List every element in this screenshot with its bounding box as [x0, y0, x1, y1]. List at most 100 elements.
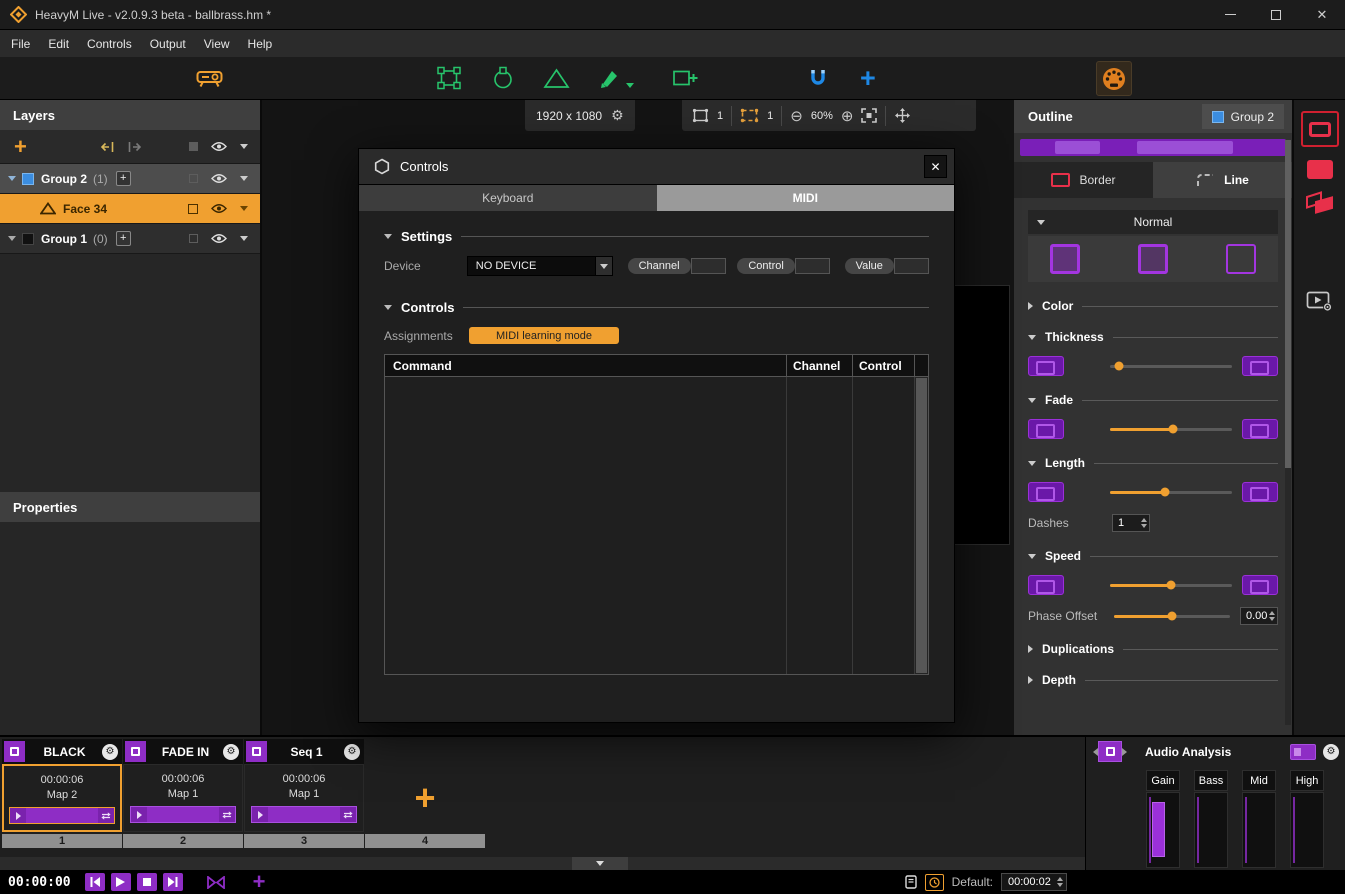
- meter-fader[interactable]: [1146, 792, 1180, 868]
- line-style-dropdown[interactable]: Normal: [1028, 210, 1278, 234]
- layer-row-face-34[interactable]: Face 34: [0, 194, 260, 224]
- spinner-arrows[interactable]: [1054, 877, 1066, 887]
- spinner-down-icon[interactable]: [1141, 524, 1147, 528]
- thickness-link-button[interactable]: [1242, 356, 1278, 376]
- paint-dropdown-arrow-icon[interactable]: [626, 83, 634, 88]
- clip-settings-icon[interactable]: [905, 875, 917, 889]
- play-button[interactable]: [111, 873, 131, 891]
- sequence-clip-icon[interactable]: [125, 741, 146, 762]
- audio-clip-icon[interactable]: [1098, 741, 1122, 762]
- speed-link-button[interactable]: [1242, 575, 1278, 595]
- style-preview-shape[interactable]: [1226, 244, 1256, 274]
- meter-fader[interactable]: [1242, 792, 1276, 868]
- fade-slider[interactable]: [1110, 428, 1232, 431]
- thickness-map-button[interactable]: [1028, 356, 1064, 376]
- prev-bank-icon[interactable]: [1089, 748, 1098, 756]
- settings-section-header[interactable]: Settings: [384, 229, 929, 244]
- visibility-eye-icon[interactable]: [211, 173, 227, 184]
- channel-input[interactable]: [691, 258, 726, 274]
- slider-thumb[interactable]: [1168, 612, 1177, 621]
- fill-effect-button[interactable]: [1307, 160, 1333, 179]
- loop-icon[interactable]: [340, 807, 356, 822]
- skip-end-button[interactable]: [163, 873, 183, 891]
- layer-row-group-2[interactable]: Group 2 (1) +: [0, 164, 260, 194]
- section-duplications-header[interactable]: Duplications: [1028, 642, 1278, 656]
- solo-all-icon[interactable]: [189, 142, 198, 151]
- add-transition-button[interactable]: +: [253, 874, 266, 890]
- phase-offset-slider[interactable]: [1114, 615, 1230, 618]
- sequence-body[interactable]: 00:00:06 Map 1: [244, 764, 364, 832]
- row-chevron-icon[interactable]: [240, 206, 248, 211]
- menu-help[interactable]: Help: [239, 30, 282, 57]
- menu-file[interactable]: File: [2, 30, 39, 57]
- sequence-header[interactable]: BLACK ⚙: [2, 739, 122, 764]
- sequence-clip-icon[interactable]: [4, 741, 25, 762]
- resolution-settings-gear-icon[interactable]: ⚙: [611, 107, 624, 124]
- fade-map-button[interactable]: [1028, 419, 1064, 439]
- group-color-swatch[interactable]: [22, 173, 34, 185]
- move-layer-down-icon[interactable]: [99, 140, 116, 154]
- minimize-button[interactable]: [1207, 0, 1253, 29]
- fade-link-button[interactable]: [1242, 419, 1278, 439]
- spinner-down-icon[interactable]: [1057, 883, 1063, 887]
- pan-view-icon[interactable]: [894, 107, 911, 124]
- mask-effect-button[interactable]: [1305, 190, 1335, 216]
- add-face-to-group-button[interactable]: +: [116, 171, 131, 186]
- device-dropdown[interactable]: NO DEVICE: [467, 256, 613, 276]
- visibility-eye-icon[interactable]: [211, 203, 227, 214]
- menu-output[interactable]: Output: [141, 30, 195, 57]
- value-input[interactable]: [894, 258, 929, 274]
- slider-thumb[interactable]: [1160, 488, 1169, 497]
- tab-midi[interactable]: MIDI: [657, 185, 955, 211]
- length-slider[interactable]: [1110, 491, 1232, 494]
- controls-dialog-header[interactable]: Controls ✕: [359, 149, 954, 185]
- layer-row-group-1[interactable]: Group 1 (0) +: [0, 224, 260, 254]
- style-preview-shape[interactable]: [1138, 244, 1168, 274]
- canvas-area[interactable]: 1920 x 1080 ⚙ 1 1 ⊖ 60% ⊕: [262, 100, 1014, 735]
- outline-effect-button-active[interactable]: [1301, 111, 1339, 147]
- tab-line[interactable]: Line: [1153, 162, 1292, 198]
- sequence-progress-bar[interactable]: [251, 806, 357, 823]
- add-player-button[interactable]: +: [860, 68, 876, 88]
- style-preview-shape[interactable]: [1050, 244, 1080, 274]
- column-header-command[interactable]: Command: [385, 355, 786, 376]
- column-header-channel[interactable]: Channel: [786, 355, 852, 376]
- table-scrollbar[interactable]: [914, 377, 928, 674]
- outline-scrollbar[interactable]: [1285, 140, 1291, 725]
- dialog-close-button[interactable]: ✕: [924, 155, 947, 178]
- maximize-button[interactable]: [1253, 0, 1299, 29]
- length-link-button[interactable]: [1242, 482, 1278, 502]
- paint-tool[interactable]: [598, 67, 620, 89]
- sequence-body[interactable]: 00:00:06 Map 1: [123, 764, 243, 832]
- section-thickness-header[interactable]: Thickness: [1028, 330, 1278, 344]
- next-bank-icon[interactable]: [1122, 748, 1131, 756]
- visibility-all-eye-icon[interactable]: [211, 141, 227, 152]
- fader-thumb[interactable]: [1152, 802, 1165, 857]
- meter-fader[interactable]: [1194, 792, 1228, 868]
- add-face-to-group-button[interactable]: +: [116, 231, 131, 246]
- visibility-eye-icon[interactable]: [211, 233, 227, 244]
- sequence-progress-bar[interactable]: [130, 806, 236, 823]
- play-icon[interactable]: [10, 808, 26, 823]
- play-icon[interactable]: [131, 807, 147, 822]
- dashes-spinner[interactable]: 1: [1112, 514, 1150, 532]
- row-chevron-icon[interactable]: [240, 236, 248, 241]
- default-duration-clock-button[interactable]: [925, 874, 944, 891]
- sequence-settings-gear-icon[interactable]: ⚙: [344, 744, 360, 760]
- spinner-up-icon[interactable]: [1269, 611, 1275, 615]
- menu-view[interactable]: View: [195, 30, 239, 57]
- add-group-tool[interactable]: [672, 67, 698, 89]
- solo-icon[interactable]: [188, 204, 198, 214]
- expander-chevron-icon[interactable]: [8, 176, 16, 181]
- group-color-swatch[interactable]: [22, 233, 34, 245]
- sequence-scrollbar[interactable]: [0, 857, 1085, 870]
- default-duration-spinner[interactable]: 00:00:02: [1001, 873, 1067, 891]
- magnet-snap-button[interactable]: [808, 68, 828, 88]
- tab-border[interactable]: Border: [1014, 162, 1153, 198]
- slider-thumb[interactable]: [1114, 362, 1123, 371]
- selected-group-chip[interactable]: Group 2: [1202, 104, 1284, 129]
- spinner-arrows[interactable]: [1138, 518, 1149, 528]
- column-header-control[interactable]: Control: [852, 355, 914, 376]
- sequence-block-fade-in[interactable]: FADE IN ⚙ 00:00:06 Map 1: [123, 739, 243, 848]
- player-settings-button[interactable]: [1306, 289, 1334, 313]
